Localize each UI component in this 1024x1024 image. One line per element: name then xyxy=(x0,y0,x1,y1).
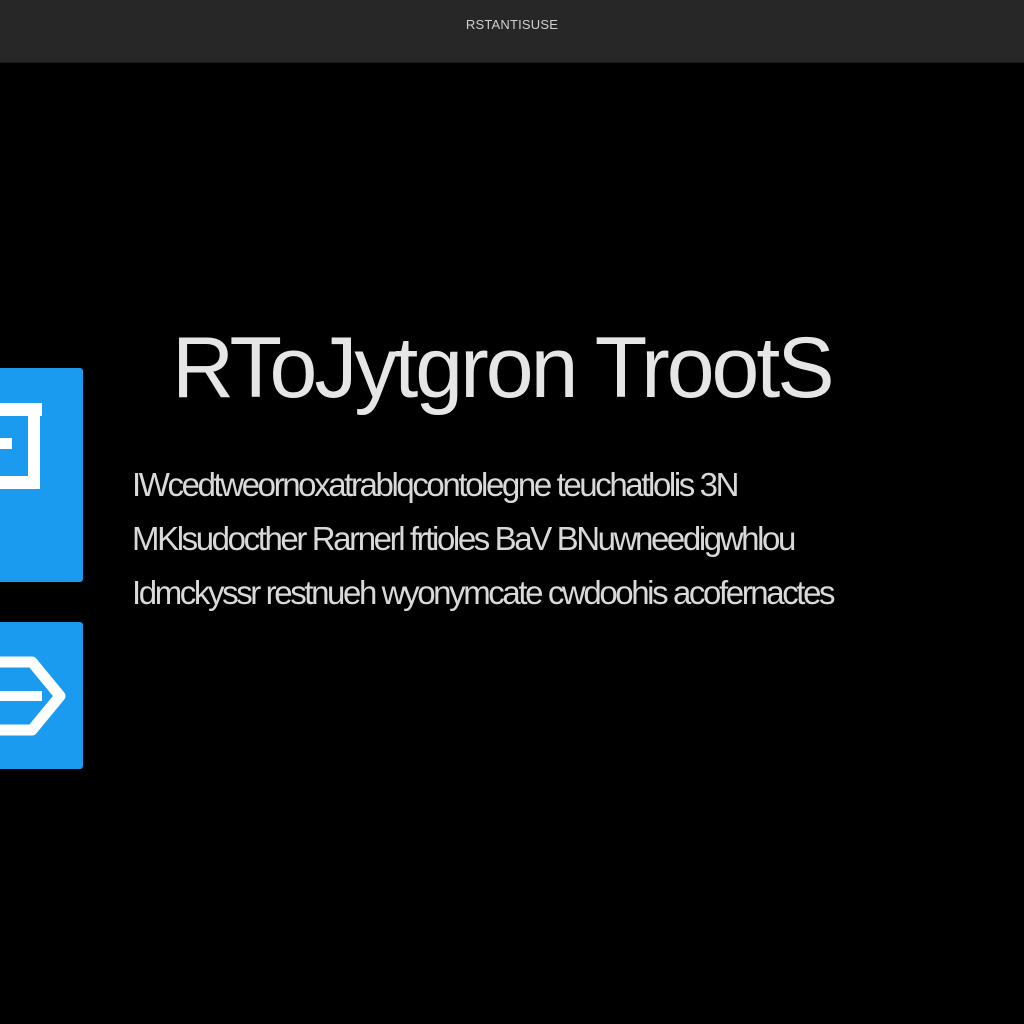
document-icon xyxy=(0,403,42,489)
window-title: RSTANTISUSE xyxy=(465,17,559,32)
page-title: RToJytgron TrootS xyxy=(172,320,835,416)
app-window: RSTANTISUSE RToJytgron TrootS IWcedtweor… xyxy=(0,0,1024,1024)
title-bar: RSTANTISUSE xyxy=(0,0,1024,63)
tile-navigate[interactable] xyxy=(0,622,83,769)
description-line: MKlsudocther Rarnerl frtioles BaV BNuwne… xyxy=(132,520,796,557)
arrow-right-icon xyxy=(0,656,66,736)
description-text: IWcedtweornoxatrablqcontolegne teuchatlo… xyxy=(132,458,1024,620)
tile-document[interactable] xyxy=(0,368,83,582)
description-line: IWcedtweornoxatrablqcontolegne teuchatlo… xyxy=(132,466,739,503)
main-content: RToJytgron TrootS IWcedtweornoxatrablqco… xyxy=(0,63,1024,1024)
description-line: Idmckyssr restnueh wyonymcate cwdoohis a… xyxy=(132,574,836,611)
